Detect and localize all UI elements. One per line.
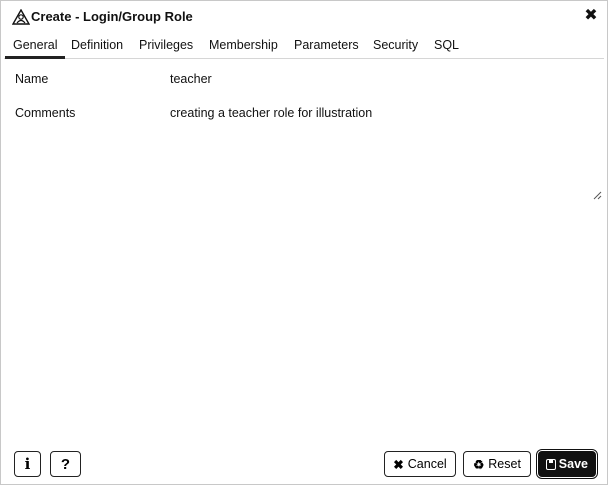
name-label: Name xyxy=(15,72,49,86)
name-field[interactable] xyxy=(161,67,601,93)
info-button[interactable]: i xyxy=(14,451,41,477)
tab-parameters[interactable]: Parameters xyxy=(294,38,359,52)
save-label: Save xyxy=(558,457,588,471)
name-value: teacher xyxy=(170,72,212,86)
save-icon xyxy=(546,458,556,470)
dialog-title: Create - Login/Group Role xyxy=(31,9,193,24)
role-icon xyxy=(12,9,30,25)
tab-bar: General Definition Privileges Membership… xyxy=(4,34,604,59)
tab-privileges[interactable]: Privileges xyxy=(139,38,193,52)
reset-label: Reset xyxy=(488,457,521,471)
tab-sql[interactable]: SQL xyxy=(434,38,459,52)
close-icon[interactable]: ✖ xyxy=(583,8,599,24)
dialog-titlebar[interactable]: Create - Login/Group Role ✖ xyxy=(1,1,607,34)
tab-definition[interactable]: Definition xyxy=(71,38,123,52)
comments-label: Comments xyxy=(15,106,76,120)
close-icon: ✖ xyxy=(393,457,404,472)
cancel-button[interactable]: ✖ Cancel xyxy=(384,451,456,477)
recycle-icon: ♻ xyxy=(473,457,485,472)
dialog-footer: i ? ✖ Cancel ♻ Reset Save xyxy=(1,438,607,484)
tab-general[interactable]: General xyxy=(4,38,67,59)
help-button[interactable]: ? xyxy=(50,451,81,477)
save-button[interactable]: Save xyxy=(536,449,598,479)
comments-value: creating a teacher role for illustration xyxy=(170,106,373,120)
create-login-group-role-dialog: Create - Login/Group Role ✖ General Defi… xyxy=(0,0,608,485)
reset-button[interactable]: ♻ Reset xyxy=(463,451,531,477)
resize-grip-icon[interactable] xyxy=(593,191,602,200)
tab-security[interactable]: Security xyxy=(373,38,418,52)
cancel-label: Cancel xyxy=(407,457,447,471)
tab-membership[interactable]: Membership xyxy=(209,38,278,52)
